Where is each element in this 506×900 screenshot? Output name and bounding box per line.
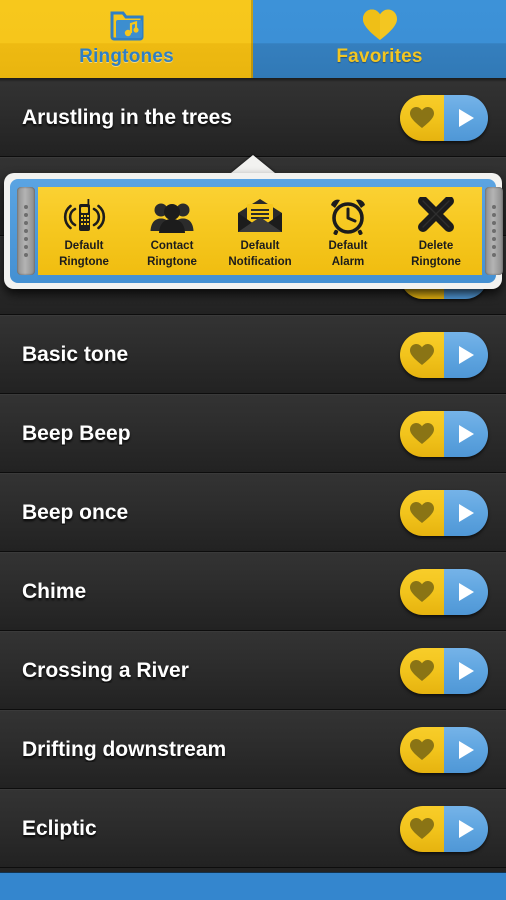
action-label-line1: Delete [418, 240, 454, 252]
table-row[interactable]: Chime [0, 552, 506, 631]
table-row[interactable]: Drifting downstream [0, 710, 506, 789]
play-button[interactable] [444, 805, 488, 852]
ringtone-title: Basic tone [22, 342, 129, 366]
ringtone-title: Beep once [22, 500, 129, 524]
favorite-button[interactable] [400, 726, 444, 773]
play-icon [459, 345, 474, 364]
action-label-line1: Contact [150, 240, 194, 252]
play-icon [459, 108, 474, 127]
popup-frame: Default Ringtone Contact Ringtone Defaul… [4, 173, 503, 289]
heart-icon [410, 660, 434, 681]
play-button[interactable] [444, 410, 488, 457]
play-button[interactable] [444, 94, 488, 141]
popup-right-grip[interactable] [485, 187, 503, 275]
favorite-button[interactable] [400, 94, 444, 141]
favorite-button[interactable] [400, 331, 444, 378]
ringtone-title: Crossing a River [22, 658, 189, 682]
action-label-line1: Default [64, 240, 104, 252]
row-actions-pill[interactable] [400, 805, 488, 852]
heart-icon [410, 581, 434, 602]
popup-inner-frame: Default Ringtone Contact Ringtone Defaul… [10, 179, 503, 283]
row-actions-pill[interactable] [400, 410, 488, 457]
heart-icon [410, 344, 434, 365]
alarm-clock-icon [326, 195, 370, 237]
table-row[interactable]: Ecliptic [0, 789, 506, 868]
ringtone-title: Beep Beep [22, 421, 131, 445]
heart-icon [410, 818, 434, 839]
heart-icon [361, 4, 399, 46]
music-folder-icon [109, 4, 145, 46]
action-contact-ringtone[interactable]: Contact Ringtone [128, 195, 216, 269]
heart-icon [410, 502, 434, 523]
ringtone-action-popup[interactable]: Default Ringtone Contact Ringtone Defaul… [0, 155, 506, 289]
tab-ringtones-label: Ringtones [79, 46, 174, 67]
row-actions-pill[interactable] [400, 647, 488, 694]
bottom-bar [0, 872, 506, 900]
play-icon [459, 582, 474, 601]
tab-favorites-label: Favorites [336, 46, 423, 67]
favorite-button[interactable] [400, 647, 444, 694]
ringing-phone-icon [61, 195, 107, 237]
app-root: Ringtones Favorites Arustling in the tre… [0, 0, 506, 900]
favorite-button[interactable] [400, 568, 444, 615]
ringtone-title: Arustling in the trees [22, 105, 233, 129]
row-actions-pill[interactable] [400, 94, 488, 141]
play-button[interactable] [444, 489, 488, 536]
popup-left-grip[interactable] [17, 187, 35, 275]
tab-bar: Ringtones Favorites [0, 0, 506, 78]
row-actions-pill[interactable] [400, 331, 488, 378]
row-actions-pill[interactable] [400, 726, 488, 773]
contacts-group-icon [149, 195, 195, 237]
action-label-line2: Notification [228, 256, 292, 268]
action-delete-ringtone[interactable]: Delete Ringtone [392, 195, 480, 269]
table-row[interactable]: Arustling in the trees [0, 78, 506, 157]
table-row[interactable]: Beep Beep [0, 394, 506, 473]
heart-icon [410, 423, 434, 444]
tab-favorites[interactable]: Favorites [253, 0, 506, 78]
favorite-button[interactable] [400, 489, 444, 536]
play-button[interactable] [444, 647, 488, 694]
play-icon [459, 424, 474, 443]
action-label-line2: Ringtone [411, 256, 461, 268]
favorite-button[interactable] [400, 410, 444, 457]
action-label-line1: Default [328, 240, 368, 252]
action-default-alarm[interactable]: Default Alarm [304, 195, 392, 269]
heart-icon [410, 107, 434, 128]
table-row[interactable]: Crossing a River [0, 631, 506, 710]
ringtone-title: Drifting downstream [22, 737, 227, 761]
play-icon [459, 819, 474, 838]
play-icon [459, 503, 474, 522]
popup-pointer-arrow [231, 155, 275, 173]
row-actions-pill[interactable] [400, 568, 488, 615]
row-actions-pill[interactable] [400, 489, 488, 536]
tab-bar-shadow [0, 78, 506, 82]
popup-actions: Default Ringtone Contact Ringtone Defaul… [38, 187, 482, 275]
favorite-button[interactable] [400, 805, 444, 852]
table-row[interactable]: Beep once [0, 473, 506, 552]
table-row[interactable]: Basic tone [0, 315, 506, 394]
heart-icon [410, 739, 434, 760]
action-default-ringtone[interactable]: Default Ringtone [40, 195, 128, 269]
play-button[interactable] [444, 331, 488, 378]
action-default-notification[interactable]: Default Notification [216, 195, 304, 269]
play-button[interactable] [444, 726, 488, 773]
play-icon [459, 740, 474, 759]
ringtone-title: Ecliptic [22, 816, 97, 840]
play-button[interactable] [444, 568, 488, 615]
action-label-line2: Alarm [331, 256, 365, 268]
action-label-line2: Ringtone [147, 256, 197, 268]
close-x-icon [415, 195, 457, 237]
ringtone-title: Chime [22, 579, 87, 603]
action-label-line1: Default [240, 240, 280, 252]
open-envelope-icon [236, 195, 284, 237]
tab-ringtones[interactable]: Ringtones [0, 0, 253, 78]
play-icon [459, 661, 474, 680]
action-label-line2: Ringtone [59, 256, 109, 268]
